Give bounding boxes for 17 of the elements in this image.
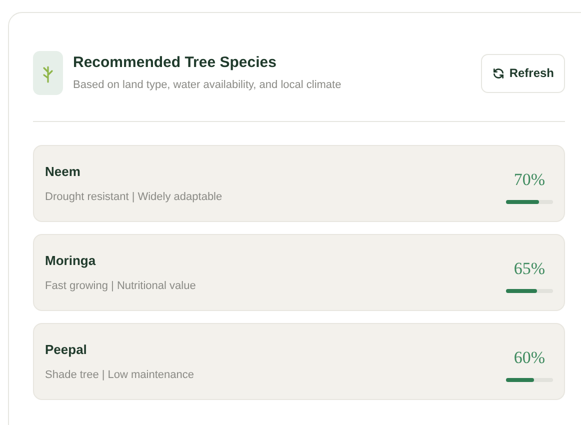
species-traits: Fast growing | Nutritional value (45, 278, 197, 294)
species-name: Peepal (45, 341, 88, 359)
species-name: Neem (45, 163, 82, 181)
match-percentage: 60% (514, 346, 546, 369)
refresh-button[interactable]: Refresh (481, 54, 565, 92)
match-percentage: 65% (514, 258, 546, 280)
species-card[interactable]: Neem Drought resistant | Widely adaptable 70% (33, 145, 565, 222)
species-traits: Shade tree | Low maintenance (45, 368, 196, 382)
species-traits: Drought resistant | Widely adaptable (45, 190, 224, 204)
panel-subtitle: Based on land type, water availability, and local climate (73, 78, 342, 92)
plant-icon (33, 51, 63, 95)
species-name: Moringa (45, 252, 97, 270)
refresh-icon (492, 66, 506, 80)
species-card[interactable]: Peepal Shade tree | Low maintenance 60% (33, 323, 565, 400)
panel-title: Recommended Tree Species (73, 54, 278, 72)
match-percentage: 70% (514, 168, 546, 191)
species-card[interactable]: Moringa Fast growing | Nutritional value 65% (33, 234, 565, 311)
